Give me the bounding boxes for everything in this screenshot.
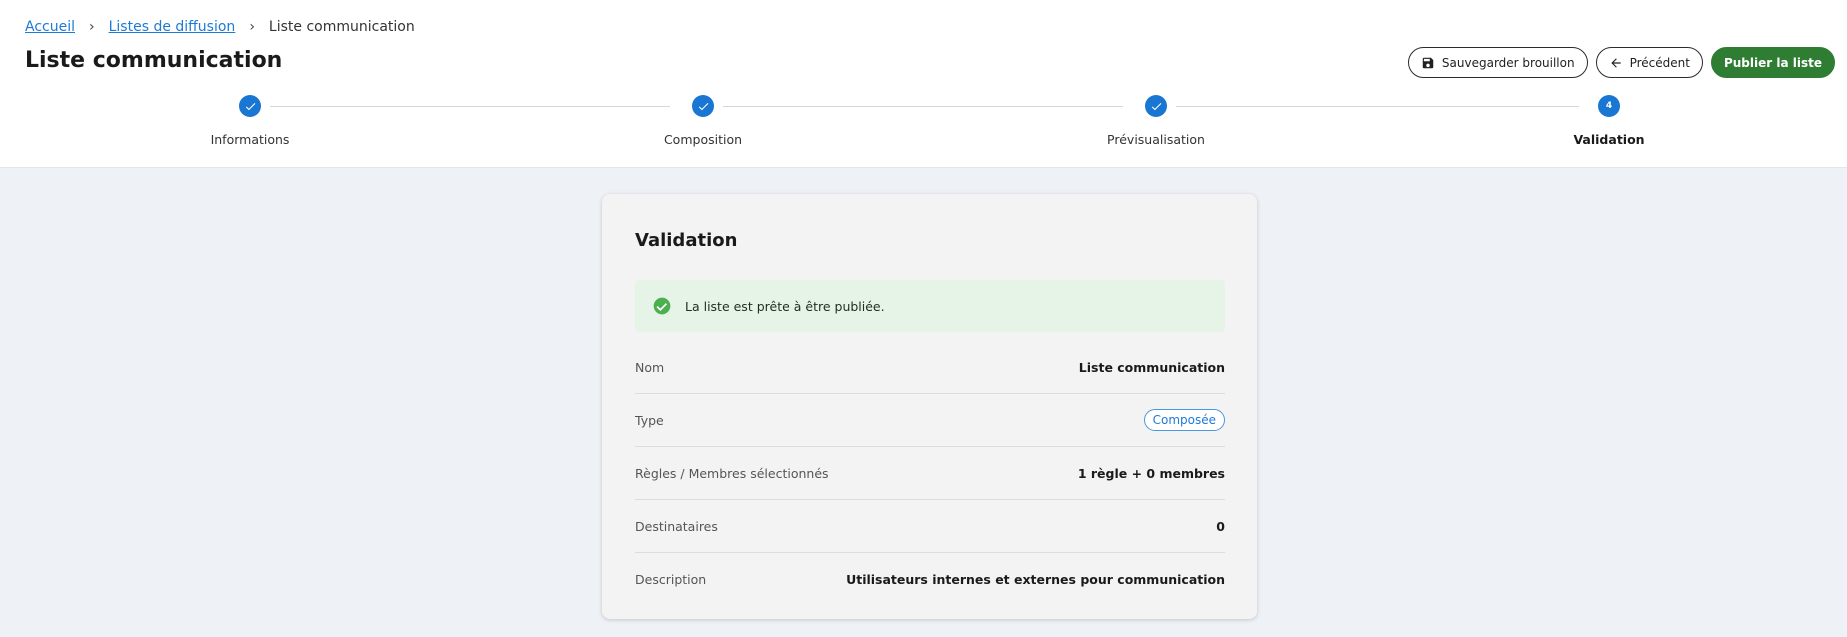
row-label: Règles / Membres sélectionnés	[635, 465, 829, 481]
summary-list: Nom Liste communication Type Composée Rè…	[635, 342, 1225, 605]
floppy-disk-icon	[1422, 57, 1434, 68]
row-label: Nom	[635, 360, 665, 375]
step-composition[interactable]: Composition	[603, 93, 803, 147]
row-value: Liste communication	[1078, 360, 1225, 375]
previous-label: Précédent	[1629, 55, 1690, 70]
row-value: 1 règle + 0 membres	[1077, 465, 1225, 481]
step-informations[interactable]: Informations	[150, 93, 350, 147]
previous-button[interactable]: Précédent	[1595, 47, 1703, 78]
step-label: Composition	[663, 132, 743, 147]
stepper: Informations Composition Prévisualisatio…	[0, 93, 1847, 153]
step-label: Informations	[210, 132, 290, 147]
summary-row-description: Description Utilisateurs internes et ext…	[635, 553, 1225, 605]
alert-message: La liste est prête à être publiée.	[685, 298, 885, 314]
check-icon	[245, 102, 255, 110]
step-completed-indicator	[1145, 95, 1167, 117]
save-draft-button[interactable]: Sauvegarder brouillon	[1407, 47, 1588, 78]
success-alert: La liste est prête à être publiée.	[635, 280, 1225, 332]
summary-row-nom: Nom Liste communication	[635, 342, 1225, 394]
page-header: Accueil › Listes de diffusion › Liste co…	[0, 0, 1847, 168]
row-value: 0	[1216, 518, 1225, 534]
breadcrumb: Accueil › Listes de diffusion › Liste co…	[25, 19, 415, 35]
chevron-right-icon: ›	[89, 19, 95, 35]
page-title: Liste communication	[25, 48, 283, 73]
row-label: Destinataires	[635, 518, 718, 534]
breadcrumb-link-accueil[interactable]: Accueil	[25, 19, 75, 35]
row-label: Description	[635, 571, 707, 587]
step-completed-indicator	[692, 95, 714, 117]
summary-row-destinataires: Destinataires 0	[635, 500, 1225, 553]
arrow-left-icon	[1610, 57, 1621, 68]
check-icon	[1151, 102, 1161, 110]
step-previsualisation[interactable]: Prévisualisation	[1056, 93, 1256, 147]
breadcrumb-current: Liste communication	[268, 19, 415, 35]
summary-row-regles: Règles / Membres sélectionnés 1 règle + …	[635, 447, 1225, 500]
header-actions: Sauvegarder brouillon Précédent Publier …	[1407, 47, 1835, 78]
card-title: Validation	[635, 230, 738, 251]
check-icon	[698, 102, 708, 110]
row-value: Utilisateurs internes et externes pour c…	[846, 571, 1225, 587]
check-circle-icon	[653, 297, 671, 315]
save-draft-label: Sauvegarder brouillon	[1441, 55, 1575, 70]
step-label: Validation	[1573, 132, 1645, 147]
validation-card: Validation La liste est prête à être pub…	[602, 194, 1257, 619]
step-validation[interactable]: 4 Validation	[1509, 93, 1709, 147]
publish-button[interactable]: Publier la liste	[1710, 47, 1835, 78]
publish-label: Publier la liste	[1723, 55, 1822, 70]
breadcrumb-link-listes-de-diffusion[interactable]: Listes de diffusion	[109, 19, 236, 35]
row-label: Type	[635, 412, 664, 428]
type-chip: Composée	[1143, 409, 1225, 431]
step-number-indicator: 4	[1598, 95, 1620, 117]
step-label: Prévisualisation	[1107, 132, 1205, 147]
step-completed-indicator	[239, 95, 261, 117]
summary-row-type: Type Composée	[635, 394, 1225, 447]
chevron-right-icon: ›	[249, 19, 255, 35]
